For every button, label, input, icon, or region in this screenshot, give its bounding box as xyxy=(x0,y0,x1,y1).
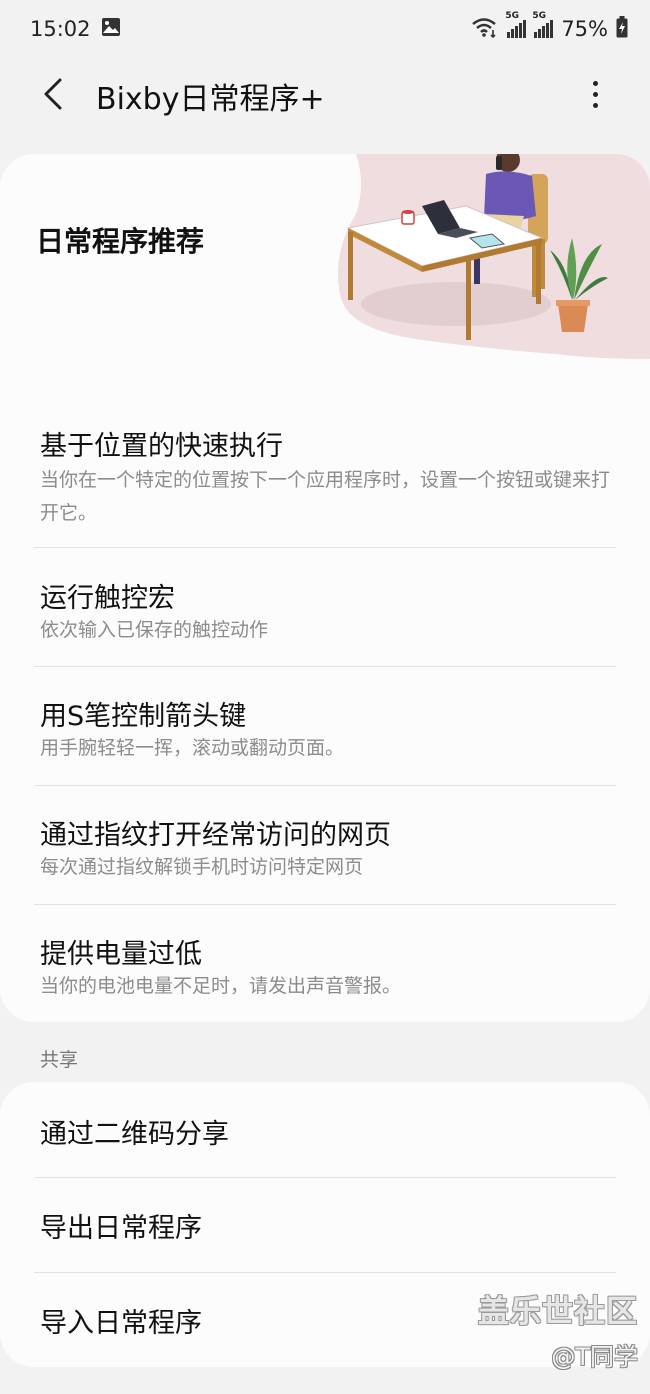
person-at-desk-illustration xyxy=(338,154,650,359)
routine-title: 提供电量过低 xyxy=(40,939,202,970)
battery-charging-icon xyxy=(616,15,628,43)
status-right: 5G 5G 75% xyxy=(471,11,628,43)
routine-title: 用S笔控制箭头键 xyxy=(40,701,247,732)
more-vertical-icon xyxy=(592,102,598,108)
divider xyxy=(34,785,616,786)
watermark-community: 盖乐世社区 xyxy=(478,1294,638,1330)
share-item-label: 通过二维码分享 xyxy=(40,1119,229,1150)
routine-description: 每次通过指纹解锁手机时访问特定网页 xyxy=(40,856,364,878)
share-item-label: 导出日常程序 xyxy=(40,1213,202,1244)
back-arrow-icon xyxy=(44,78,62,110)
back-button[interactable] xyxy=(36,74,76,114)
hero-banner: 日常程序推荐 xyxy=(0,154,650,364)
recommended-routines-card: 日常程序推荐 基于位置的快速执行 当你在一个特定的位置按下一个应用程序时，设置一… xyxy=(0,154,650,1022)
watermark-author: @T同学 xyxy=(551,1343,638,1371)
more-vertical-icon xyxy=(592,80,598,86)
signal-label: 5G xyxy=(532,11,546,21)
more-vertical-icon xyxy=(592,91,598,97)
signal-label: 5G xyxy=(505,11,519,21)
divider xyxy=(34,547,616,548)
divider xyxy=(34,904,616,905)
status-left: 15:02 xyxy=(30,17,121,42)
routine-item[interactable]: 提供电量过低 当你的电池电量不足时，请发出声音警报。 xyxy=(0,920,650,1020)
routine-item[interactable]: 基于位置的快速执行 当你在一个特定的位置按下一个应用程序时，设置一个按钮或键来打… xyxy=(0,412,650,544)
routine-title: 运行触控宏 xyxy=(40,583,175,614)
app-bar: Bixby日常程序+ xyxy=(0,58,650,134)
signal-icon: 5G xyxy=(532,11,554,38)
gallery-icon xyxy=(101,17,121,42)
wifi-icon xyxy=(471,16,499,43)
routine-title: 通过指纹打开经常访问的网页 xyxy=(40,820,391,851)
routine-description: 当你在一个特定的位置按下一个应用程序时，设置一个按钮或键来打开它。 xyxy=(40,469,611,524)
divider xyxy=(34,666,616,667)
share-section-header: 共享 xyxy=(40,1049,79,1071)
page-title: Bixby日常程序+ xyxy=(96,82,325,117)
status-time: 15:02 xyxy=(30,17,91,41)
routine-item[interactable]: 通过指纹打开经常访问的网页 每次通过指纹解锁手机时访问特定网页 xyxy=(0,801,650,901)
routine-item[interactable]: 用S笔控制箭头键 用手腕轻轻一挥，滚动或翻动页面。 xyxy=(0,682,650,782)
routine-description: 用手腕轻轻一挥，滚动或翻动页面。 xyxy=(40,737,345,759)
share-item-label: 导入日常程序 xyxy=(40,1308,202,1339)
routine-description: 当你的电池电量不足时，请发出声音警报。 xyxy=(40,975,402,997)
section-title: 日常程序推荐 xyxy=(36,225,205,258)
export-routines-item[interactable]: 导出日常程序 xyxy=(0,1178,650,1272)
battery-percent: 75% xyxy=(561,17,608,41)
routine-item[interactable]: 运行触控宏 依次输入已保存的触控动作 xyxy=(0,564,650,664)
share-qr-code-item[interactable]: 通过二维码分享 xyxy=(0,1082,650,1176)
status-bar: 15:02 5G 5G 75% xyxy=(0,0,650,58)
signal-icon: 5G xyxy=(505,11,527,38)
watermark: 盖乐世社区 @T同学 xyxy=(466,1286,638,1372)
more-options-button[interactable] xyxy=(578,72,612,116)
routine-description: 依次输入已保存的触控动作 xyxy=(40,619,269,641)
routine-title: 基于位置的快速执行 xyxy=(40,431,283,462)
